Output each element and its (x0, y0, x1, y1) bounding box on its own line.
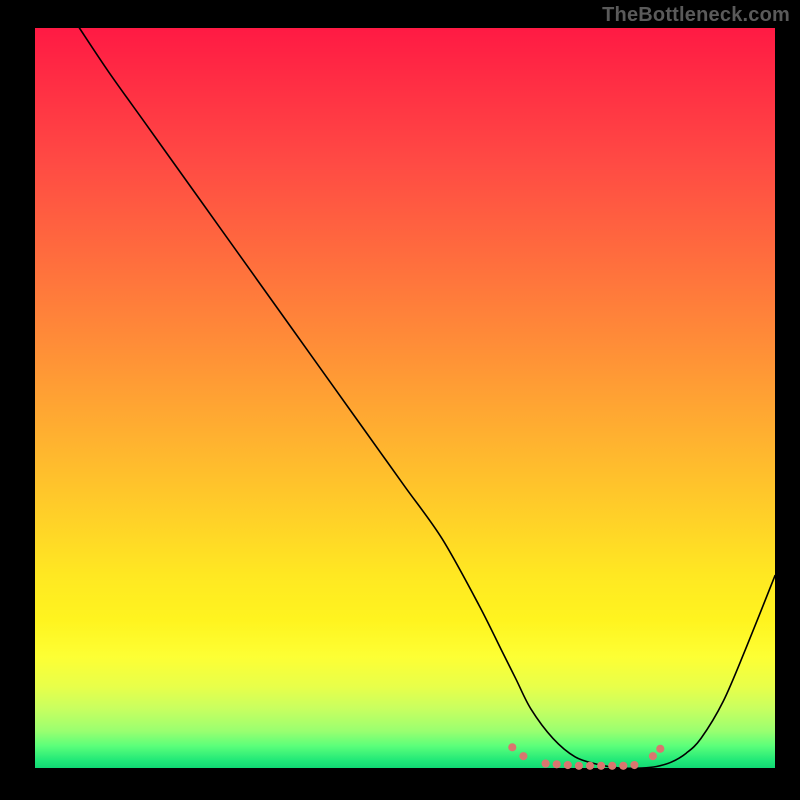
chart-curve-line (79, 28, 775, 768)
chart-marker-dot (575, 762, 583, 770)
chart-marker-dot (508, 743, 516, 751)
chart-marker-group (508, 743, 664, 770)
chart-marker-dot (608, 762, 616, 770)
chart-marker-dot (564, 761, 572, 769)
chart-marker-dot (553, 760, 561, 768)
chart-marker-dot (519, 752, 527, 760)
chart-marker-dot (649, 752, 657, 760)
chart-svg (35, 28, 775, 768)
watermark-text: TheBottleneck.com (602, 4, 790, 27)
chart-marker-dot (630, 761, 638, 769)
chart-marker-dot (656, 745, 664, 753)
chart-marker-dot (542, 759, 550, 767)
chart-marker-dot (619, 762, 627, 770)
chart-marker-dot (597, 762, 605, 770)
chart-marker-dot (586, 762, 594, 770)
chart-plot-area (35, 28, 775, 768)
